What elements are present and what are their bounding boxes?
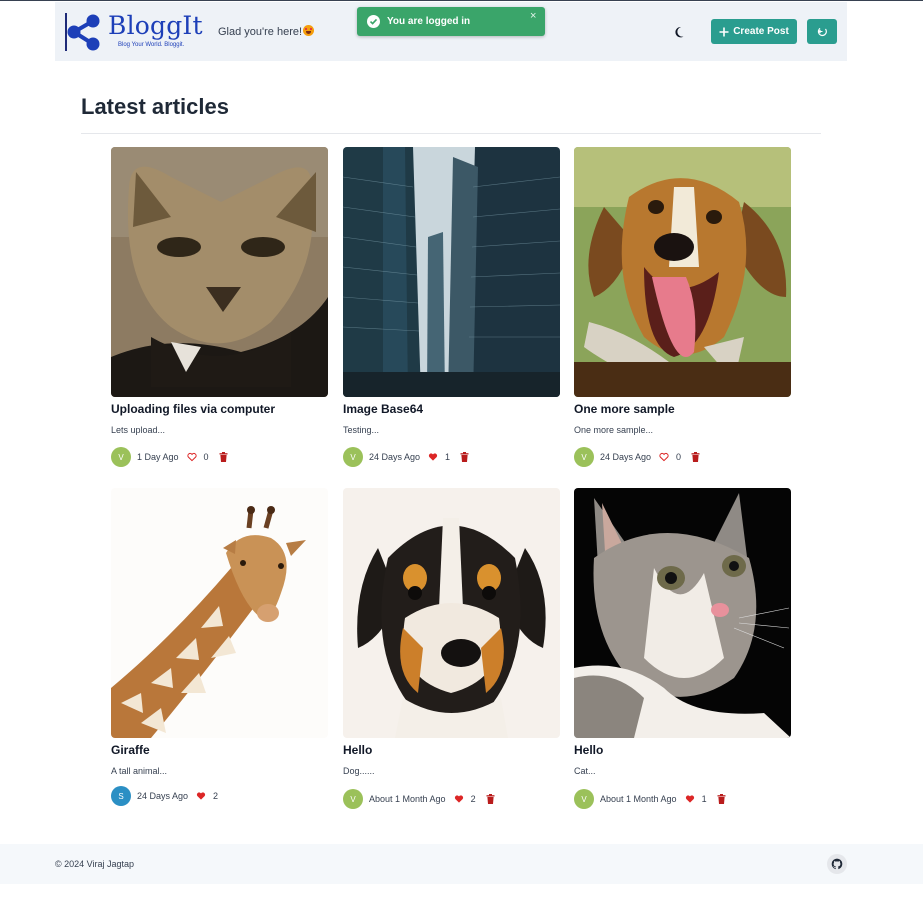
post-date: 24 Days Ago [600, 452, 652, 462]
login-success-toast: You are logged in × [357, 7, 545, 36]
brand-name: BloggIt [108, 11, 203, 40]
article-image-dog[interactable] [574, 147, 791, 397]
trash-icon[interactable] [691, 452, 700, 462]
article-title[interactable]: One more sample [574, 402, 675, 416]
post-date: 24 Days Ago [369, 452, 421, 462]
greeting-text: Glad you're here! [218, 26, 303, 38]
title-divider [81, 133, 821, 134]
article-excerpt: A tall animal... [111, 766, 168, 776]
page-title: Latest articles [81, 94, 229, 119]
like-count: 1 [445, 452, 451, 462]
logout-button[interactable] [807, 19, 837, 44]
post-date: 1 Day Ago [137, 452, 179, 462]
article-meta: V 24 Days Ago 1 [343, 447, 469, 467]
author-avatar[interactable]: V [343, 789, 363, 809]
author-avatar[interactable]: S [111, 786, 131, 806]
article-title[interactable]: Hello [574, 743, 603, 757]
trash-icon[interactable] [219, 452, 228, 462]
heart-filled-icon[interactable] [685, 794, 695, 804]
article-meta: V 24 Days Ago 0 [574, 447, 700, 467]
heart-filled-icon[interactable] [454, 794, 464, 804]
article-meta: V About 1 Month Ago 2 [343, 789, 495, 809]
check-circle-icon [367, 15, 380, 28]
article-image-giraffe[interactable] [111, 488, 328, 738]
moon-icon [675, 26, 684, 38]
github-icon [831, 858, 843, 870]
star-struck-emoji-icon [303, 25, 315, 36]
author-avatar[interactable]: V [574, 789, 594, 809]
theme-toggle-button[interactable] [672, 23, 690, 41]
like-count: 2 [213, 791, 219, 801]
brand-tagline: Blog Your World. Bloggit. [118, 42, 185, 48]
heart-outline-icon[interactable] [659, 452, 669, 462]
article-meta: V 1 Day Ago 0 [111, 447, 228, 467]
article-excerpt: Testing... [343, 425, 380, 435]
article-title[interactable]: Hello [343, 743, 372, 757]
share-icon [67, 14, 100, 51]
article-excerpt: One more sample... [574, 425, 654, 435]
post-date: About 1 Month Ago [369, 794, 446, 804]
post-date: About 1 Month Ago [600, 794, 677, 804]
like-count: 1 [701, 794, 707, 804]
article-image-city[interactable] [343, 147, 560, 397]
window-top-border [0, 0, 923, 1]
like-count: 2 [470, 794, 476, 804]
article-image-cat[interactable] [111, 147, 328, 397]
trash-icon[interactable] [486, 794, 495, 804]
create-post-button[interactable]: Create Post [711, 19, 797, 44]
greeting: Glad you're here! [218, 25, 315, 38]
copyright: © 2024 Viraj Jagtap [55, 859, 135, 869]
article-meta: S 24 Days Ago 2 [111, 786, 228, 806]
toast-close-button[interactable]: × [530, 10, 536, 22]
trash-icon[interactable] [460, 452, 469, 462]
plus-icon [719, 27, 729, 36]
trash-icon[interactable] [717, 794, 726, 804]
logout-icon [817, 27, 827, 37]
article-title[interactable]: Image Base64 [343, 402, 423, 416]
article-image-puppy[interactable] [343, 488, 560, 738]
toast-message: You are logged in [387, 16, 471, 27]
heart-outline-icon[interactable] [186, 452, 197, 462]
like-count: 0 [676, 452, 682, 462]
brand-logo[interactable]: BloggIt Blog Your World. Bloggit. [64, 10, 204, 54]
author-avatar[interactable]: V [574, 447, 594, 467]
author-avatar[interactable]: V [343, 447, 363, 467]
article-image-kitten[interactable] [574, 488, 791, 738]
post-date: 24 Days Ago [137, 791, 189, 801]
github-link[interactable] [827, 854, 847, 874]
article-excerpt: Cat... [574, 766, 596, 776]
article-title[interactable]: Giraffe [111, 743, 150, 757]
article-excerpt: Dog...... [343, 766, 375, 776]
heart-filled-icon[interactable] [428, 452, 438, 462]
like-count: 0 [203, 452, 209, 462]
footer: © 2024 Viraj Jagtap [0, 844, 923, 884]
author-avatar[interactable]: V [111, 447, 131, 467]
article-excerpt: Lets upload... [111, 425, 166, 435]
article-meta: V About 1 Month Ago 1 [574, 789, 726, 809]
heart-filled-icon[interactable] [196, 791, 206, 801]
create-post-label: Create Post [733, 26, 789, 37]
article-title[interactable]: Uploading files via computer [111, 402, 275, 416]
